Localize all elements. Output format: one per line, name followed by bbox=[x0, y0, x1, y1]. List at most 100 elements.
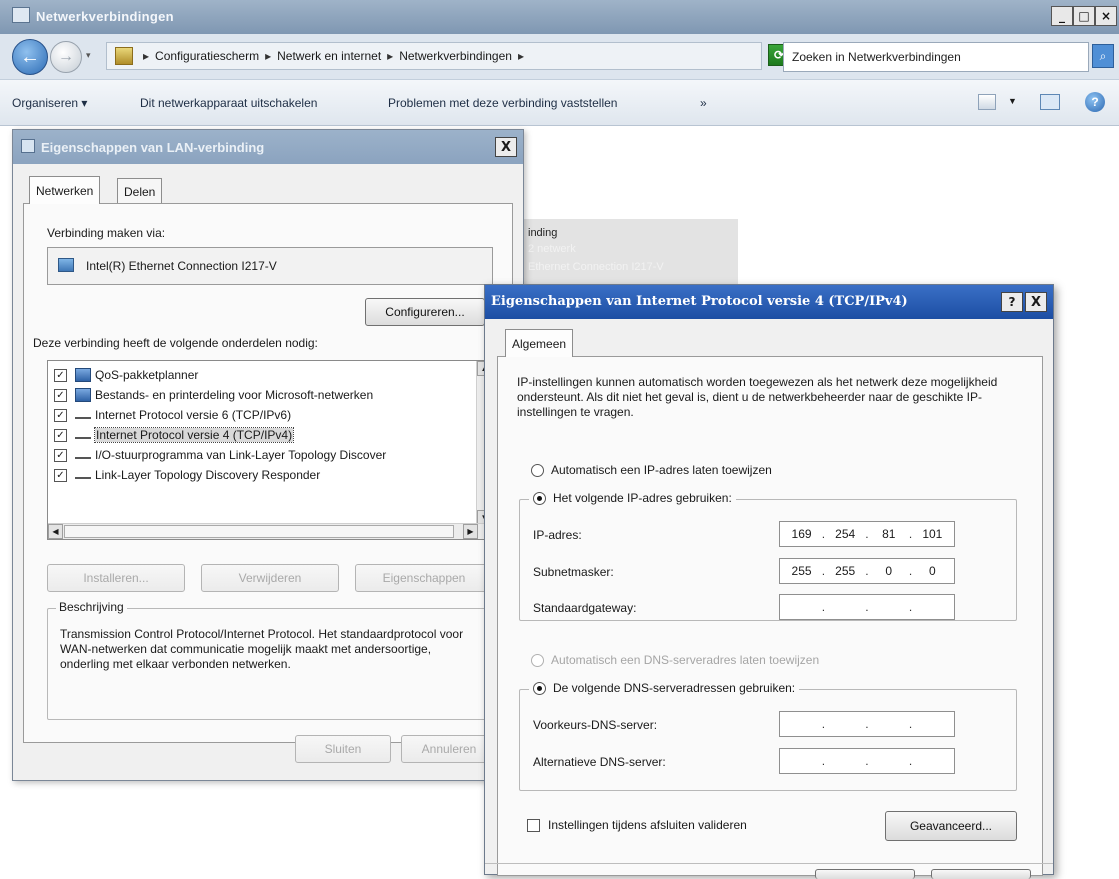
arrow-right-icon: → bbox=[58, 48, 74, 65]
description-text: Transmission Control Protocol/Internet P… bbox=[60, 627, 464, 671]
more-commands-button[interactable]: » bbox=[700, 96, 707, 110]
checkbox[interactable]: ✓ bbox=[54, 428, 67, 442]
gateway-field[interactable]: ... bbox=[779, 594, 955, 620]
alternate-dns-field[interactable]: ... bbox=[779, 748, 955, 774]
forward-button[interactable]: → bbox=[50, 41, 82, 73]
protocol-icon bbox=[75, 471, 91, 479]
auto-ip-radio[interactable]: Automatisch een IP-adres laten toewijzen bbox=[531, 463, 772, 477]
change-view-icon[interactable] bbox=[978, 94, 996, 110]
scroll-right-icon[interactable]: ▶ bbox=[463, 524, 478, 539]
gateway-label: Standaardgateway: bbox=[533, 601, 637, 615]
adapter-name: Intel(R) Ethernet Connection I217-V bbox=[86, 259, 277, 273]
checkbox[interactable]: ✓ bbox=[54, 368, 67, 382]
close-button[interactable]: X bbox=[495, 137, 517, 157]
radio-button[interactable] bbox=[531, 653, 544, 667]
ip-address-field[interactable]: 169. 254. 81. 101 bbox=[779, 521, 955, 547]
tab-networking[interactable]: Netwerken bbox=[29, 176, 101, 204]
checkbox[interactable]: ✓ bbox=[54, 408, 67, 422]
arrow-left-icon: ← bbox=[20, 45, 40, 68]
horizontal-scrollbar[interactable]: ◀ ▶ bbox=[48, 523, 492, 539]
radio-button-selected[interactable] bbox=[533, 491, 546, 505]
tab-sharing[interactable]: Delen bbox=[117, 178, 163, 204]
intro-text: IP-instellingen kunnen automatisch worde… bbox=[517, 375, 998, 419]
preferred-dns-field[interactable]: ... bbox=[779, 711, 955, 737]
command-bar: Organiseren ▾ Dit netwerkapparaat uitsch… bbox=[0, 80, 1119, 126]
list-item[interactable]: ✓ Link-Layer Topology Discovery Responde… bbox=[54, 465, 320, 485]
breadcrumb-item[interactable]: Netwerk en internet bbox=[277, 49, 381, 63]
service-icon bbox=[75, 388, 91, 402]
subnet-mask-label: Subnetmasker: bbox=[533, 565, 614, 579]
close-window-button[interactable]: × bbox=[1095, 6, 1117, 26]
adapter-item-name: inding bbox=[528, 227, 558, 239]
checkbox[interactable]: ✓ bbox=[54, 388, 67, 402]
explorer-titlebar: Netwerkverbindingen _ □ × bbox=[0, 0, 1119, 34]
adapter-display: Intel(R) Ethernet Connection I217-V bbox=[47, 247, 493, 285]
recent-pages-dropdown[interactable]: ▾ bbox=[86, 50, 91, 61]
subnet-mask-field[interactable]: 255. 255. 0. 0 bbox=[779, 558, 955, 584]
disable-device-button[interactable]: Dit netwerkapparaat uitschakelen bbox=[140, 96, 317, 110]
description-group: Beschrijving Transmission Control Protoc… bbox=[47, 600, 493, 720]
ip-address-label: IP-adres: bbox=[533, 528, 582, 542]
breadcrumb-item[interactable]: Netwerkverbindingen bbox=[399, 49, 512, 63]
install-button[interactable]: Installeren... bbox=[47, 564, 185, 592]
dialog-title: Eigenschappen van LAN-verbinding bbox=[41, 140, 265, 155]
control-panel-icon bbox=[115, 47, 133, 65]
diagnose-button[interactable]: Problemen met deze verbinding vaststelle… bbox=[388, 96, 617, 110]
scrollbar-thumb[interactable] bbox=[64, 525, 454, 538]
components-list[interactable]: ✓ QoS-pakketplanner ✓ Bestands- en print… bbox=[47, 360, 493, 540]
checkbox[interactable]: ✓ bbox=[54, 468, 67, 482]
list-item[interactable]: ✓ I/O-stuurprogramma van Link-Layer Topo… bbox=[54, 445, 386, 465]
close-button[interactable]: X bbox=[1025, 292, 1047, 312]
validate-settings-checkbox[interactable]: Instellingen tijdens afsluiten valideren bbox=[527, 818, 747, 832]
checkbox[interactable]: ✓ bbox=[54, 448, 67, 462]
preferred-dns-label: Voorkeurs-DNS-server: bbox=[533, 718, 658, 732]
preview-pane-icon[interactable] bbox=[1040, 94, 1060, 110]
maximize-button[interactable]: □ bbox=[1073, 6, 1095, 26]
window-controls: _ □ × bbox=[1051, 6, 1117, 26]
properties-button[interactable]: Eigenschappen bbox=[355, 564, 493, 592]
search-icon[interactable]: ⌕ bbox=[1092, 44, 1114, 68]
uninstall-button[interactable]: Verwijderen bbox=[201, 564, 339, 592]
network-icon bbox=[21, 139, 35, 153]
divider bbox=[485, 863, 1053, 864]
breadcrumb: ▸ Configuratiescherm ▸ Netwerk en intern… bbox=[143, 49, 524, 63]
organize-menu[interactable]: Organiseren ▾ bbox=[12, 96, 87, 110]
radio-button[interactable] bbox=[531, 463, 544, 477]
breadcrumb-item[interactable]: Configuratiescherm bbox=[155, 49, 259, 63]
service-icon bbox=[75, 368, 91, 382]
minimize-button[interactable]: _ bbox=[1051, 6, 1073, 26]
network-folder-icon bbox=[12, 7, 30, 23]
tab-general[interactable]: Algemeen bbox=[505, 329, 574, 357]
cancel-button[interactable]: Annuleren bbox=[401, 735, 497, 763]
description-legend: Beschrijving bbox=[56, 600, 127, 614]
back-button[interactable]: ← bbox=[12, 39, 48, 75]
ok-button[interactable] bbox=[815, 869, 915, 879]
connect-via-label: Verbinding maken via: bbox=[47, 226, 166, 240]
lan-properties-dialog: Eigenschappen van LAN-verbinding X Netwe… bbox=[12, 129, 524, 781]
adapter-item-device: Ethernet Connection I217-V bbox=[528, 261, 664, 273]
manual-dns-radio[interactable]: De volgende DNS-serveradressen gebruiken… bbox=[529, 681, 800, 695]
list-item[interactable]: ✓ Bestands- en printerdeling voor Micros… bbox=[54, 385, 373, 405]
chevron-down-icon[interactable]: ▼ bbox=[1008, 96, 1017, 106]
manual-ip-radio[interactable]: Het volgende IP-adres gebruiken: bbox=[529, 491, 736, 505]
radio-button-selected[interactable] bbox=[533, 681, 546, 695]
help-button[interactable]: ? bbox=[1001, 292, 1023, 312]
cancel-button[interactable] bbox=[931, 869, 1031, 879]
network-adapter-icon bbox=[58, 258, 74, 272]
list-item-selected[interactable]: ✓ Internet Protocol versie 4 (TCP/IPv4) bbox=[54, 425, 295, 445]
auto-dns-radio[interactable]: Automatisch een DNS-serveradres laten to… bbox=[531, 653, 819, 667]
close-dialog-button[interactable]: Sluiten bbox=[295, 735, 391, 763]
components-label: Deze verbinding heeft de volgende onderd… bbox=[33, 336, 318, 350]
scroll-left-icon[interactable]: ◀ bbox=[48, 524, 63, 539]
protocol-icon bbox=[75, 451, 91, 459]
search-input[interactable]: Zoeken in Netwerkverbindingen bbox=[783, 42, 1089, 72]
advanced-button[interactable]: Geavanceerd... bbox=[885, 811, 1017, 841]
dialog-titlebar: Eigenschappen van Internet Protocol vers… bbox=[485, 285, 1053, 319]
address-bar[interactable]: ▸ Configuratiescherm ▸ Netwerk en intern… bbox=[106, 42, 825, 70]
configure-button[interactable]: Configureren... bbox=[365, 298, 485, 326]
list-item[interactable]: ✓ Internet Protocol versie 6 (TCP/IPv6) bbox=[54, 405, 291, 425]
checkbox[interactable] bbox=[527, 818, 540, 832]
help-icon[interactable]: ? bbox=[1085, 92, 1105, 112]
list-item[interactable]: ✓ QoS-pakketplanner bbox=[54, 365, 198, 385]
dialog-title: Eigenschappen van Internet Protocol vers… bbox=[491, 294, 908, 309]
